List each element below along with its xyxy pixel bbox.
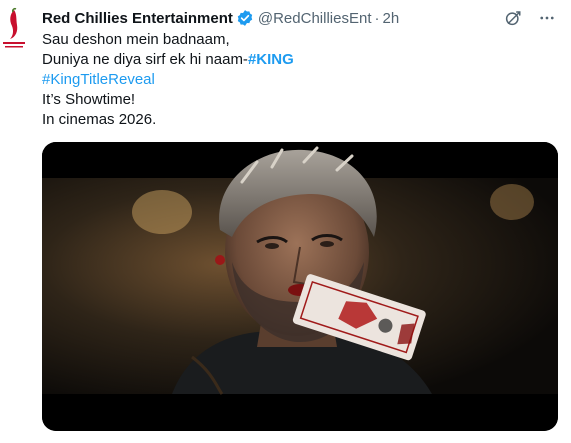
tweet-line-1: Sau deshon mein badnaam, bbox=[42, 30, 294, 50]
media-video[interactable] bbox=[42, 142, 558, 431]
red-chillies-logo-icon bbox=[3, 8, 25, 48]
more-dots-icon[interactable] bbox=[537, 8, 557, 28]
handle[interactable]: @RedChilliesEnt bbox=[258, 10, 372, 27]
grok-icon[interactable] bbox=[503, 8, 523, 28]
tweet-line-text: Sau deshon mein badnaam, bbox=[42, 31, 230, 48]
tweet-line-text: Duniya ne diya sirf ek hi naam- bbox=[42, 51, 248, 68]
tweet: Red Chillies Entertainment @RedChilliesE… bbox=[0, 0, 571, 443]
verified-badge-icon bbox=[236, 9, 254, 27]
tweet-text: Sau deshon mein badnaam, Duniya ne diya … bbox=[42, 30, 294, 130]
tweet-line-5: In cinemas 2026. bbox=[42, 110, 294, 130]
tweet-line-text: It’s Showtime! bbox=[42, 91, 136, 108]
video-frame bbox=[42, 142, 558, 431]
tweet-line-text: In cinemas 2026. bbox=[42, 111, 157, 128]
timestamp[interactable]: 2h bbox=[382, 10, 399, 27]
display-name[interactable]: Red Chillies Entertainment bbox=[42, 10, 233, 27]
tweet-line-2: Duniya ne diya sirf ek hi naam-#KING bbox=[42, 50, 294, 70]
tweet-line-4: It’s Showtime! bbox=[42, 90, 294, 110]
tweet-top-actions bbox=[503, 8, 557, 28]
separator-dot: · bbox=[374, 9, 380, 27]
hashtag-kingtitlereveal[interactable]: #KingTitleReveal bbox=[42, 71, 155, 88]
hashtag-king[interactable]: #KING bbox=[248, 51, 294, 68]
avatar[interactable] bbox=[0, 6, 30, 50]
tweet-header: Red Chillies Entertainment @RedChilliesE… bbox=[42, 8, 399, 28]
tweet-line-3: #KingTitleReveal bbox=[42, 70, 294, 90]
